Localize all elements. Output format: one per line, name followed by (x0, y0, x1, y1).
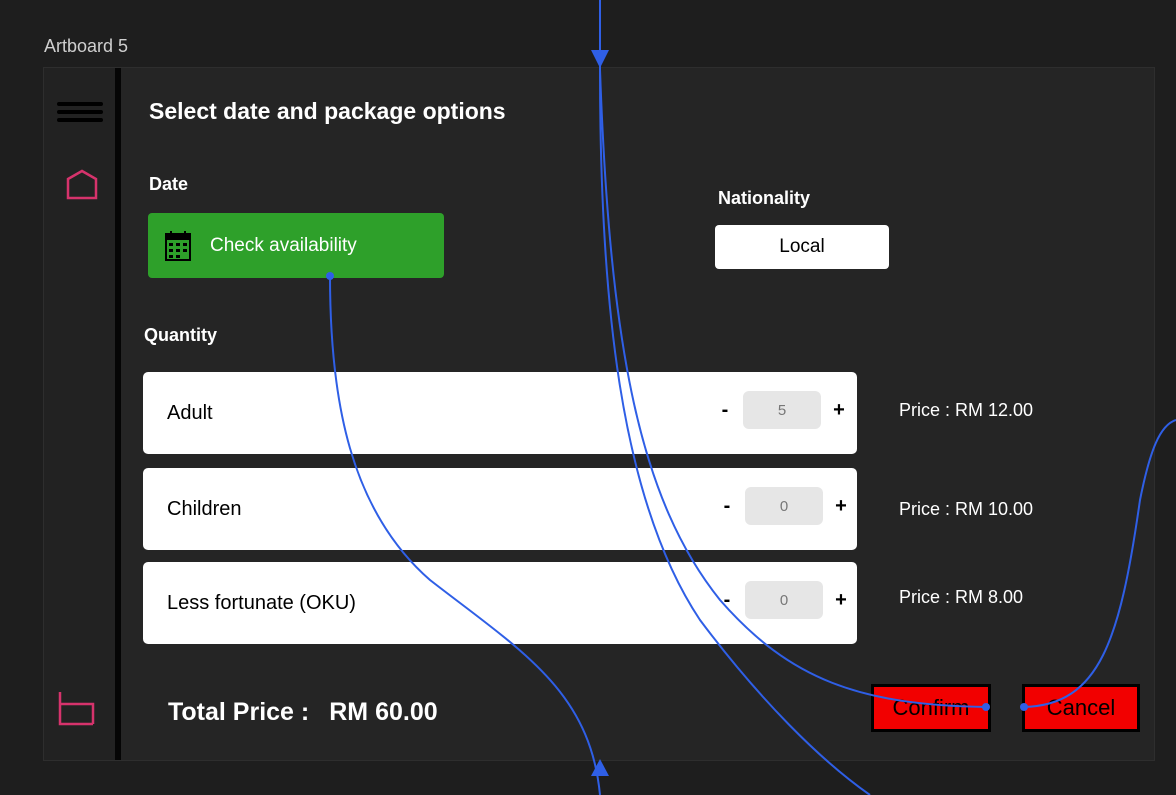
nationality-label: Nationality (718, 188, 811, 208)
cancel-button[interactable]: Cancel (1022, 684, 1140, 732)
sidebar (44, 68, 115, 760)
quantity-item-label: Adult (167, 401, 213, 424)
home-icon[interactable] (65, 167, 99, 201)
quantity-input[interactable]: 0 (745, 581, 823, 619)
quantity-stepper: - 0 + (719, 487, 849, 525)
cart-icon[interactable] (57, 690, 97, 728)
quantity-label: Quantity (144, 325, 218, 345)
artboard: Select date and package options Date Che… (43, 67, 1155, 761)
quantity-item-label: Children (167, 497, 242, 520)
date-label: Date (149, 174, 189, 194)
artboard-label: Artboard 5 (44, 36, 129, 56)
quantity-item-label: Less fortunate (OKU) (167, 591, 356, 614)
price-oku: Price : RM 8.00 (899, 587, 1024, 607)
quantity-stepper: - 5 + (717, 391, 847, 429)
nationality-value: Local (779, 236, 825, 257)
quantity-input[interactable]: 0 (745, 487, 823, 525)
increment-button[interactable]: + (831, 399, 847, 422)
increment-button[interactable]: + (833, 495, 849, 518)
calendar-icon (165, 230, 191, 261)
quantity-row-children: Children - 0 + (143, 468, 857, 550)
quantity-input[interactable]: 5 (743, 391, 821, 429)
decrement-button[interactable]: - (717, 399, 733, 422)
quantity-row-oku: Less fortunate (OKU) - 0 + (143, 562, 857, 644)
price-adult: Price : RM 12.00 (899, 400, 1034, 420)
total-price-value: RM 60.00 (329, 698, 438, 726)
menu-icon[interactable] (57, 102, 103, 128)
check-availability-button[interactable]: Check availability (148, 213, 444, 278)
page-title: Select date and package options (149, 98, 506, 124)
confirm-button[interactable]: Confirm (871, 684, 991, 732)
nationality-select[interactable]: Local (715, 225, 889, 269)
sidebar-divider (115, 68, 121, 760)
decrement-button[interactable]: - (719, 495, 735, 518)
check-availability-label: Check availability (210, 234, 357, 256)
price-children: Price : RM 10.00 (899, 499, 1034, 519)
decrement-button[interactable]: - (719, 589, 735, 612)
increment-button[interactable]: + (833, 589, 849, 612)
total-price: Total Price : RM 60.00 (168, 698, 438, 727)
quantity-stepper: - 0 + (719, 581, 849, 619)
total-price-label: Total Price : (168, 698, 310, 726)
quantity-row-adult: Adult - 5 + (143, 372, 857, 454)
